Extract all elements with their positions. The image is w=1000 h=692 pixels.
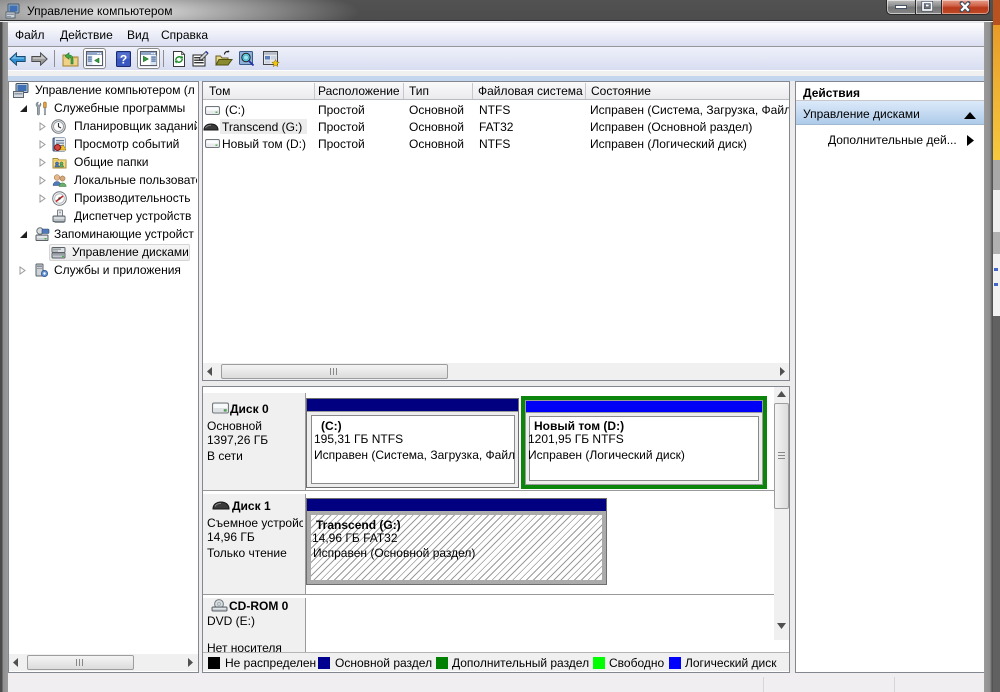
svg-text:?: ? [120, 53, 127, 67]
